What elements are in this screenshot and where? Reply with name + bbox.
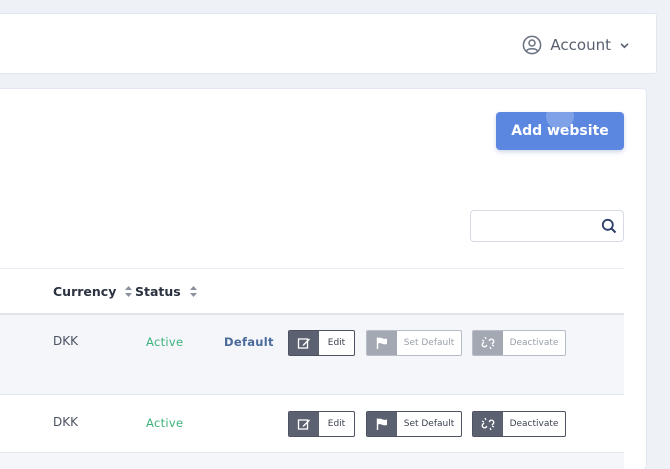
- set-default-label: Set Default: [403, 338, 455, 348]
- edit-icon: [289, 412, 319, 436]
- column-header-currency[interactable]: Currency: [53, 284, 133, 299]
- column-header-status[interactable]: Status: [135, 284, 198, 299]
- flag-icon: [367, 412, 397, 436]
- flag-icon: [367, 331, 397, 355]
- search-box[interactable]: [470, 210, 624, 242]
- status-badge: Active: [146, 416, 184, 430]
- search-input[interactable]: [479, 211, 603, 241]
- add-website-button[interactable]: Add website: [496, 112, 624, 150]
- edit-label: Edit: [327, 419, 346, 429]
- set-default-button[interactable]: Set Default: [366, 411, 462, 437]
- table-row: DKK Active Default Edit Set Default Deac…: [0, 315, 624, 395]
- account-menu[interactable]: Account: [522, 35, 630, 55]
- edit-button[interactable]: Edit: [288, 411, 355, 437]
- edit-label: Edit: [327, 338, 346, 348]
- table-row: [0, 453, 624, 469]
- deactivate-label: Deactivate: [509, 419, 559, 429]
- currency-cell: DKK: [53, 334, 78, 348]
- sort-icon[interactable]: [189, 285, 198, 298]
- user-circle-icon: [523, 35, 542, 55]
- edit-button[interactable]: Edit: [288, 330, 355, 356]
- table-row: DKK Active Edit Set Default Deactivate: [0, 395, 624, 453]
- websites-card: Add website Currency Status DKK Active D…: [0, 89, 646, 469]
- column-header-label: Currency: [53, 284, 117, 299]
- account-label: Account: [550, 36, 611, 54]
- deactivate-button[interactable]: Deactivate: [472, 411, 566, 437]
- default-label: Default: [224, 335, 274, 349]
- broken-link-icon: [473, 331, 503, 355]
- set-default-label: Set Default: [403, 419, 455, 429]
- search-icon[interactable]: [601, 218, 617, 234]
- sort-icon[interactable]: [124, 285, 133, 298]
- set-default-button[interactable]: Set Default: [366, 330, 462, 356]
- top-header: Account: [0, 13, 657, 74]
- deactivate-button[interactable]: Deactivate: [472, 330, 566, 356]
- column-header-label: Status: [135, 284, 181, 299]
- status-badge: Active: [146, 335, 184, 349]
- table-header: Currency Status: [0, 268, 624, 315]
- chevron-down-icon: [620, 42, 629, 48]
- add-website-label: Add website: [511, 123, 609, 139]
- deactivate-label: Deactivate: [509, 338, 559, 348]
- currency-cell: DKK: [53, 415, 78, 429]
- broken-link-icon: [473, 412, 503, 436]
- edit-icon: [289, 331, 319, 355]
